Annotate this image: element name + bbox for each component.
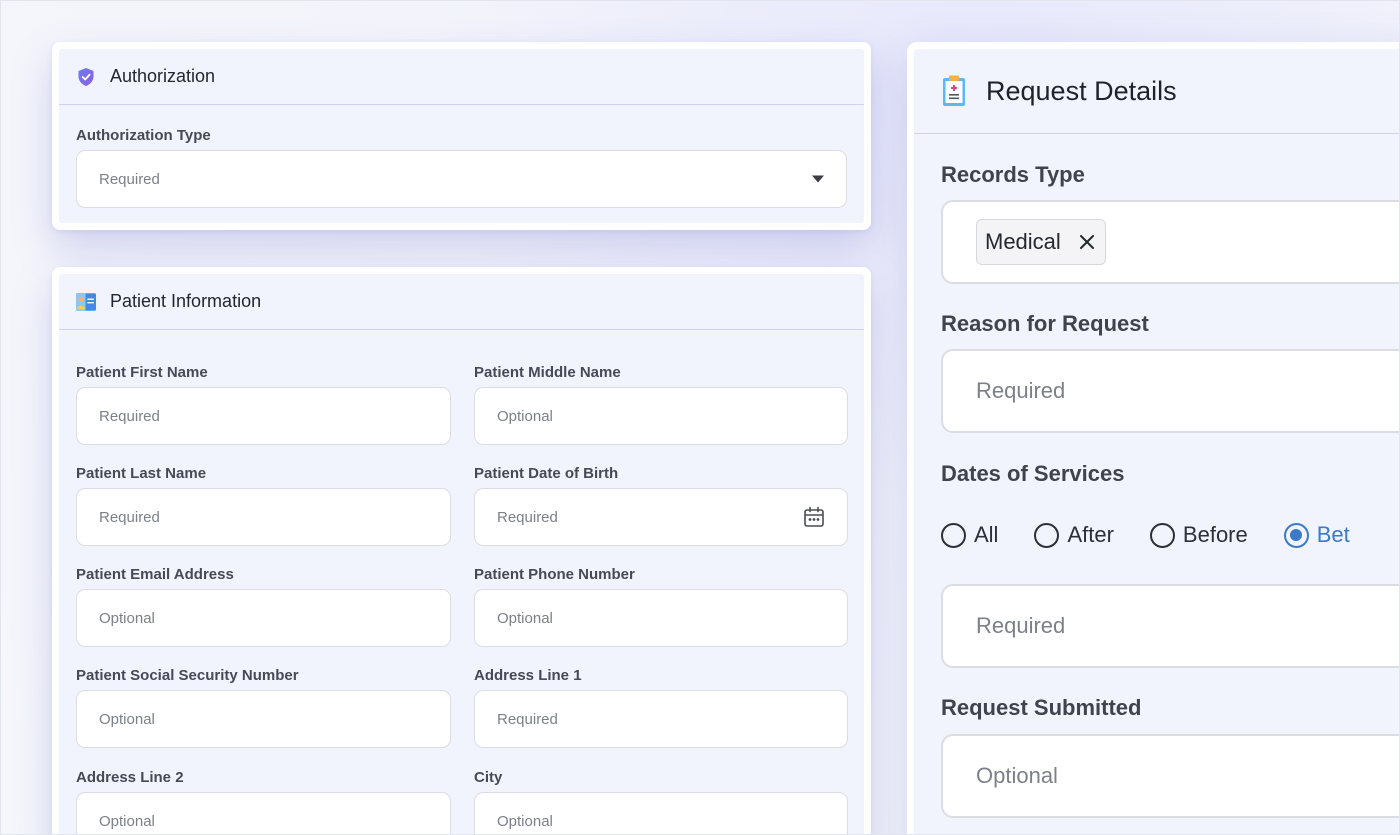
authorization-card: Authorization Authorization Type Require… [52, 42, 871, 230]
ssn-input[interactable]: Optional [76, 690, 451, 748]
phone-label: Patient Phone Number [474, 566, 635, 583]
dates-radio-group: All After Before Bet [941, 522, 1386, 548]
authorization-title: Authorization [110, 66, 216, 86]
radio-circle [1149, 522, 1175, 548]
request-details-card: Request Details Records Type Medical Rea… [907, 42, 1399, 834]
radio-circle [1283, 522, 1309, 548]
radio-all[interactable]: All [941, 522, 998, 548]
city-placeholder: Optional [497, 812, 553, 830]
phone-placeholder: Optional [497, 609, 553, 627]
request-details-header: Request Details [914, 49, 1399, 134]
address-line-2-placeholder: Optional [99, 812, 155, 830]
address-line-2-input[interactable]: Optional [76, 792, 451, 834]
radio-between[interactable]: Bet [1283, 522, 1350, 548]
records-type-chip: Medical [976, 219, 1106, 265]
authorization-type-placeholder: Required [99, 170, 160, 188]
middle-name-label: Patient Middle Name [474, 364, 621, 381]
radio-before[interactable]: Before [1149, 522, 1248, 548]
shield-check-icon [76, 67, 96, 87]
email-input[interactable]: Optional [76, 589, 451, 647]
address-line-1-input[interactable]: Required [474, 690, 848, 748]
patient-information-title: Patient Information [110, 291, 262, 311]
dates-of-services-label: Dates of Services [941, 461, 1125, 486]
ssn-label: Patient Social Security Number [76, 667, 299, 684]
city-label: City [474, 769, 503, 786]
phone-input[interactable]: Optional [474, 589, 848, 647]
request-submitted-placeholder: Optional [976, 763, 1058, 788]
middle-name-input[interactable]: Optional [474, 387, 848, 445]
last-name-placeholder: Required [99, 508, 160, 526]
first-name-label: Patient First Name [76, 364, 208, 381]
close-icon[interactable] [1079, 234, 1095, 250]
first-name-input[interactable]: Required [76, 387, 451, 445]
request-submitted-label: Request Submitted [941, 695, 1142, 720]
radio-circle [941, 522, 966, 548]
request-details-title: Request Details [986, 75, 1177, 106]
radio-label: Before [1182, 522, 1248, 547]
patient-information-header: Patient Information [59, 274, 864, 330]
address-line-2-label: Address Line 2 [76, 769, 184, 786]
request-submitted-input[interactable]: Optional [941, 734, 1399, 818]
address-line-1-placeholder: Required [497, 710, 558, 728]
radio-label: Bet [1316, 522, 1350, 547]
date-of-birth-placeholder: Required [497, 508, 558, 526]
date-of-birth-label: Patient Date of Birth [474, 465, 619, 482]
records-type-input[interactable]: Medical [941, 200, 1399, 284]
dates-input[interactable]: Required [941, 584, 1399, 668]
middle-name-placeholder: Optional [497, 407, 553, 425]
radio-after[interactable]: After [1034, 522, 1114, 548]
calendar-icon[interactable] [803, 506, 825, 528]
date-of-birth-input[interactable]: Required [474, 488, 848, 546]
records-type-label: Records Type [941, 162, 1085, 187]
dates-placeholder: Required [976, 613, 1066, 638]
city-input[interactable]: Optional [474, 792, 848, 834]
radio-circle [1034, 522, 1060, 548]
caret-down-icon [812, 175, 824, 183]
ssn-placeholder: Optional [99, 710, 155, 728]
clipboard-icon [942, 75, 966, 107]
first-name-placeholder: Required [99, 407, 160, 425]
email-placeholder: Optional [99, 609, 155, 627]
chip-label: Medical [985, 229, 1061, 254]
radio-label: After [1067, 522, 1114, 547]
radio-label: All [974, 522, 999, 547]
app-frame: Authorization Authorization Type Require… [0, 0, 1400, 835]
reason-input[interactable]: Required [941, 349, 1399, 433]
address-line-1-label: Address Line 1 [474, 667, 582, 684]
authorization-type-label: Authorization Type [76, 127, 211, 144]
patient-information-card: Patient Information Patient First Name R… [52, 267, 871, 834]
authorization-type-select[interactable]: Required [76, 150, 847, 208]
id-card-icon [76, 292, 96, 312]
last-name-label: Patient Last Name [76, 465, 207, 482]
last-name-input[interactable]: Required [76, 488, 451, 546]
authorization-header: Authorization [59, 49, 864, 105]
reason-placeholder: Required [976, 378, 1066, 403]
reason-label: Reason for Request [941, 311, 1149, 336]
email-label: Patient Email Address [76, 566, 234, 583]
